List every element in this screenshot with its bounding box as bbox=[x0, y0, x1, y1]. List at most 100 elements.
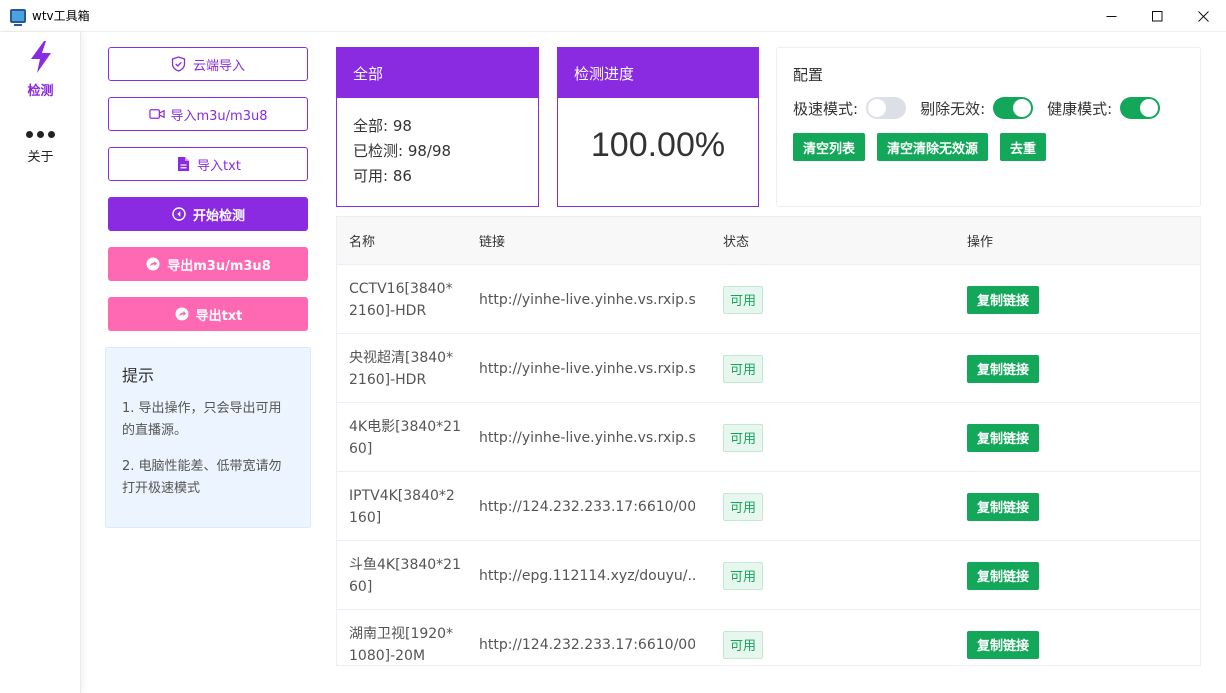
config-switches: 极速模式: 剔除无效: 健康模式: bbox=[793, 97, 1184, 119]
row-status-cell: 可用 bbox=[723, 265, 764, 334]
clear-invalid-button[interactable]: 清空清除无效源 bbox=[877, 133, 989, 161]
stat-total: 全部: 98 bbox=[353, 117, 412, 135]
row-status-cell: 可用 bbox=[723, 472, 764, 541]
row-status-cell: 可用 bbox=[723, 541, 764, 610]
row-name: 4K电影[3840*2160] bbox=[349, 418, 461, 457]
more-dots-icon bbox=[26, 128, 55, 140]
import-m3u-label: 导入m3u/m3u8 bbox=[170, 108, 268, 124]
status-badge: 可用 bbox=[723, 630, 764, 659]
share-icon bbox=[145, 256, 161, 272]
row-op-cell: 复制链接 bbox=[967, 403, 1040, 472]
nav-item-about[interactable]: 关于 bbox=[0, 128, 81, 165]
shield-icon bbox=[171, 56, 187, 72]
table-row: CCTV16[3840*2160]-HDR http://yinhe-live.… bbox=[337, 265, 1200, 334]
channel-table: 名称 链接 状态 操作 CCTV16[3840*2160]-HDR http:/… bbox=[336, 216, 1201, 666]
video-camera-icon bbox=[148, 106, 165, 122]
row-status-cell: 可用 bbox=[723, 334, 764, 403]
status-badge: 可用 bbox=[723, 492, 764, 521]
row-link: http://yinhe-live.yinhe.vs.rxip.s... bbox=[479, 429, 695, 446]
stats-all-card: 全部 全部: 98 已检测: 98/98 可用: 86 bbox=[336, 47, 539, 207]
export-m3u-label: 导出m3u/m3u8 bbox=[167, 258, 271, 274]
table-header: 名称 链接 状态 操作 bbox=[337, 217, 1200, 265]
row-op-cell: 复制链接 bbox=[967, 472, 1040, 541]
copy-link-button[interactable]: 复制链接 bbox=[967, 492, 1040, 521]
row-name: 湖南卫视[1920*1080]-20M bbox=[349, 625, 454, 664]
status-badge: 可用 bbox=[723, 285, 764, 314]
row-name: IPTV4K[3840*2160] bbox=[349, 487, 455, 526]
start-check-button[interactable]: 开始检测 bbox=[108, 197, 308, 231]
config-buttons: 清空列表 清空清除无效源 去重 bbox=[793, 133, 1184, 161]
copy-link-button[interactable]: 复制链接 bbox=[967, 423, 1040, 452]
row-op-cell: 复制链接 bbox=[967, 610, 1040, 665]
row-link: http://epg.112114.xyz/douyu/... bbox=[479, 567, 695, 584]
play-back-icon bbox=[171, 206, 187, 222]
row-name: 央视超清[3840*2160]-HDR bbox=[349, 349, 454, 388]
stats-all-title: 全部 bbox=[337, 48, 538, 98]
side-nav: 检测 关于 bbox=[0, 32, 81, 693]
row-status-cell: 可用 bbox=[723, 610, 764, 665]
row-op-cell: 复制链接 bbox=[967, 541, 1040, 610]
toggle-knob bbox=[868, 99, 887, 117]
progress-title: 检测进度 bbox=[558, 48, 758, 98]
cloud-import-button[interactable]: 云端导入 bbox=[108, 47, 308, 81]
remove-invalid-toggle[interactable] bbox=[993, 97, 1034, 119]
stat-available: 可用: 86 bbox=[353, 167, 412, 185]
copy-link-button[interactable]: 复制链接 bbox=[967, 561, 1040, 590]
import-m3u-button[interactable]: 导入m3u/m3u8 bbox=[108, 97, 308, 131]
status-badge: 可用 bbox=[723, 561, 764, 590]
table-row: 湖南卫视[1920*1080]-20M http://124.232.233.1… bbox=[337, 610, 1200, 665]
header-op: 操作 bbox=[967, 235, 994, 250]
nav-item-label: 关于 bbox=[27, 150, 54, 165]
tip-item: 1. 导出操作，只会导出可用的直播源。 bbox=[122, 401, 282, 438]
minimize-button[interactable] bbox=[1088, 0, 1134, 32]
header-link: 链接 bbox=[479, 235, 506, 250]
window-controls bbox=[1088, 0, 1226, 32]
row-link: http://124.232.233.17:6610/00... bbox=[479, 636, 695, 653]
import-txt-label: 导入txt bbox=[197, 158, 241, 174]
export-txt-button[interactable]: 导出txt bbox=[108, 297, 308, 331]
window-title: wtv工具箱 bbox=[32, 9, 90, 23]
health-mode-label: 健康模式: bbox=[1047, 99, 1113, 118]
tv-icon bbox=[10, 8, 26, 26]
import-txt-button[interactable]: 导入txt bbox=[108, 147, 308, 181]
tip-item: 2. 电脑性能差、低带宽请勿打开极速模式 bbox=[122, 459, 282, 496]
copy-link-button[interactable]: 复制链接 bbox=[967, 630, 1040, 659]
close-button[interactable] bbox=[1180, 0, 1226, 32]
remove-invalid-label: 剔除无效: bbox=[920, 99, 986, 118]
stat-checked: 已检测: 98/98 bbox=[353, 142, 452, 160]
close-icon bbox=[1197, 10, 1209, 22]
nav-item-detect[interactable]: 检测 bbox=[0, 40, 81, 99]
health-mode-toggle[interactable] bbox=[1120, 97, 1161, 119]
fast-mode-label: 极速模式: bbox=[793, 99, 859, 118]
header-status: 状态 bbox=[723, 235, 750, 250]
copy-link-button[interactable]: 复制链接 bbox=[967, 285, 1040, 314]
header-name: 名称 bbox=[349, 235, 376, 250]
share-icon bbox=[174, 306, 190, 322]
copy-link-button[interactable]: 复制链接 bbox=[967, 354, 1040, 383]
toggle-knob bbox=[1013, 99, 1032, 117]
tips-title: 提示 bbox=[122, 366, 155, 385]
row-op-cell: 复制链接 bbox=[967, 265, 1040, 334]
maximize-button[interactable] bbox=[1134, 0, 1180, 32]
clear-list-button[interactable]: 清空列表 bbox=[793, 133, 866, 161]
start-check-label: 开始检测 bbox=[192, 208, 245, 224]
table-row: IPTV4K[3840*2160] http://124.232.233.17:… bbox=[337, 472, 1200, 541]
title-bar: wtv工具箱 bbox=[0, 0, 1226, 32]
row-name: CCTV16[3840*2160]-HDR bbox=[349, 280, 453, 319]
row-status-cell: 可用 bbox=[723, 403, 764, 472]
action-column: 云端导入 导入m3u/m3u8 导入txt 开始检测 导出m3u/m3u8 导出… bbox=[108, 47, 308, 347]
status-badge: 可用 bbox=[723, 354, 764, 383]
export-m3u-button[interactable]: 导出m3u/m3u8 bbox=[108, 247, 308, 281]
toggle-knob bbox=[1140, 99, 1159, 117]
table-row: 4K电影[3840*2160] http://yinhe-live.yinhe.… bbox=[337, 403, 1200, 472]
config-title: 配置 bbox=[793, 66, 824, 84]
row-op-cell: 复制链接 bbox=[967, 334, 1040, 403]
minimize-icon bbox=[1106, 15, 1116, 17]
table-row: 斗鱼4K[3840*2160] http://epg.112114.xyz/do… bbox=[337, 541, 1200, 610]
file-text-icon bbox=[175, 156, 191, 172]
dedupe-button[interactable]: 去重 bbox=[1000, 133, 1047, 161]
tips-panel: 提示 1. 导出操作，只会导出可用的直播源。 2. 电脑性能差、低带宽请勿打开极… bbox=[105, 347, 311, 528]
config-panel: 配置 极速模式: 剔除无效: 健康模式: 清空列表 清空清除无效源 去重 bbox=[776, 47, 1201, 207]
table-row: 央视超清[3840*2160]-HDR http://yinhe-live.yi… bbox=[337, 334, 1200, 403]
fast-mode-toggle[interactable] bbox=[866, 97, 907, 119]
